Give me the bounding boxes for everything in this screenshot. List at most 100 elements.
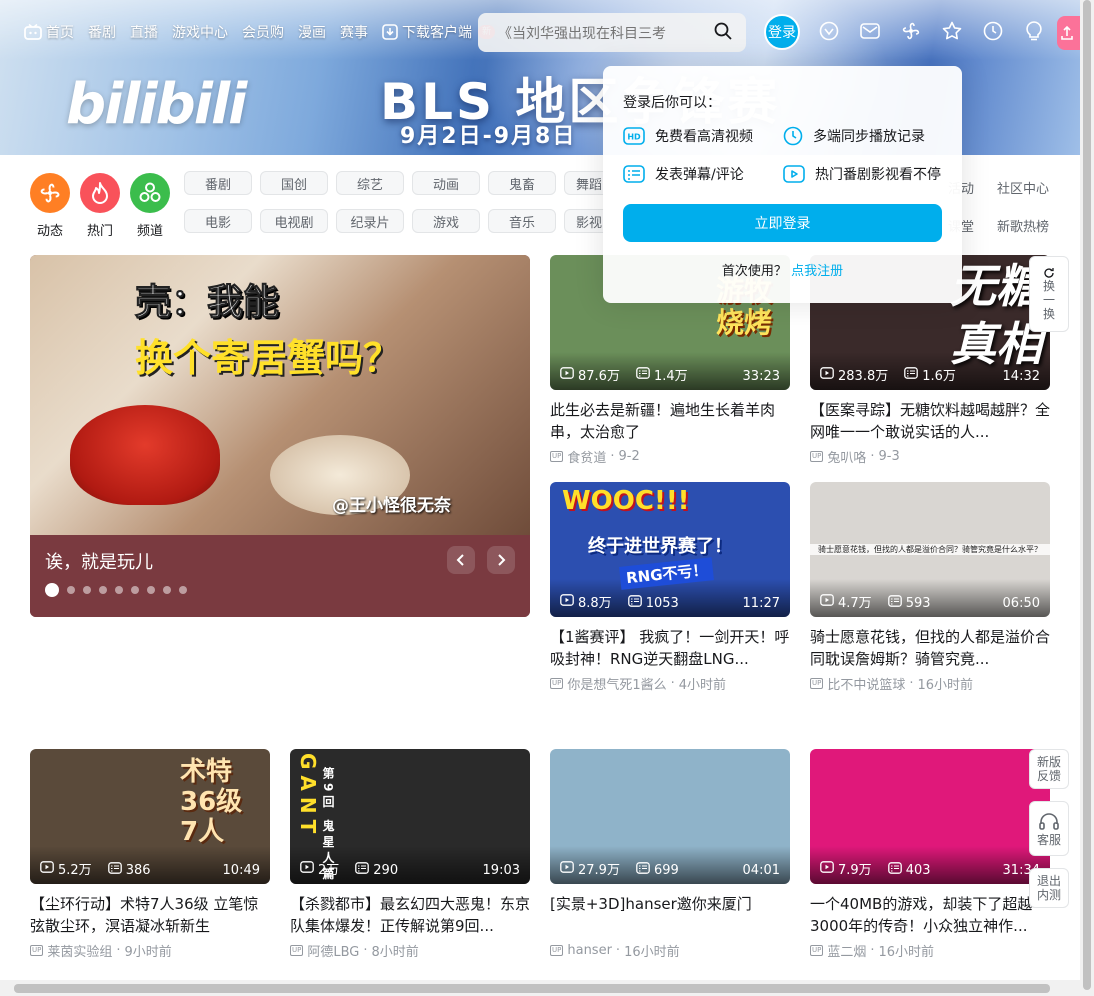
login-now-button[interactable]: 立即登录 [623, 204, 942, 242]
nav-mall[interactable]: 会员购 [242, 22, 284, 42]
video-card[interactable]: 27.9万 699 04:01 [实景+3D]hanser邀你来厦门 UP hanser ·… [550, 749, 790, 960]
carousel-dot[interactable] [179, 586, 187, 594]
channel-pill[interactable]: 鬼畜 [488, 171, 556, 195]
video-author[interactable]: 兔叭咯 [827, 447, 866, 466]
video-thumbnail[interactable]: 8.8万 1053 11:27 WOOC!!! 终于进世界赛了！ RNG不亏！ [550, 482, 790, 617]
carousel-dot[interactable] [99, 586, 107, 594]
video-author[interactable]: 比不中说篮球 [827, 674, 905, 693]
favorite-icon[interactable] [941, 20, 963, 42]
danmaku-count-icon [107, 862, 122, 878]
video-title[interactable]: [实景+3D]hanser邀你来厦门 [550, 893, 790, 937]
carousel-dot[interactable] [131, 586, 139, 594]
horizontal-scrollbar-thumb[interactable] [14, 984, 1050, 993]
view-count-value: 4.7万 [838, 596, 872, 611]
video-meta: UP 兔叭咯 · 9-3 [810, 447, 1050, 466]
video-duration: 33:23 [742, 369, 780, 384]
bilibili-logo[interactable]: bilibili [66, 72, 247, 137]
video-author[interactable]: hanser [567, 943, 612, 958]
video-card[interactable]: 4.7万 593 06:50 骑士愿意花钱，但找的人都是溢价合同？骑管究竟是什么水平？… [810, 482, 1050, 693]
register-link[interactable]: 点我注册 [791, 264, 843, 279]
video-author[interactable]: 蓝二烟 [827, 941, 866, 960]
video-card[interactable]: 2万 290 19:03 GANT 第9回 鬼星人篇【杀戮都市】最玄幻四大恶鬼！东京队集… [290, 749, 530, 960]
channel-pill[interactable]: 舞蹈 [564, 171, 604, 195]
view-count: 283.8万 [820, 365, 888, 384]
carousel-prev-button[interactable] [447, 546, 475, 574]
video-card[interactable]: 7.9万 403 31:34 一个40MB的游戏，却装下了超越3000年的传奇！小众独… [810, 749, 1050, 960]
video-title[interactable]: 【1酱赛评】 我疯了！一剑开天！呼吸封神！RNG逆天翻盘LNG... [550, 626, 790, 670]
channel-dynamic[interactable]: 动态 [28, 173, 72, 239]
nav-live[interactable]: 直播 [130, 22, 158, 42]
channel-pill[interactable]: 影视 [564, 209, 604, 233]
carousel-title[interactable]: 诶，就是玩儿 [45, 548, 153, 574]
play-count-icon [820, 593, 834, 610]
channel-pill[interactable]: 游戏 [412, 209, 480, 233]
channel-pill[interactable]: 动画 [412, 171, 480, 195]
meta-separator: · [870, 943, 875, 958]
exit-beta-button[interactable]: 退出 内测 [1029, 868, 1069, 908]
refresh-button[interactable]: 换 一 换 [1029, 256, 1069, 332]
top-nav: 首页 番剧 直播 游戏中心 会员购 漫画 赛事 下载客户端 新 [24, 22, 496, 42]
nav-bangumi[interactable]: 番剧 [88, 22, 116, 42]
video-thumbnail[interactable]: 7.9万 403 31:34 [810, 749, 1050, 884]
side-link-new-songs[interactable]: 新歌热榜 [997, 216, 1049, 235]
meta-separator: · [909, 676, 914, 691]
channel-pill[interactable]: 综艺 [336, 171, 404, 195]
video-title[interactable]: 【杀戮都市】最玄幻四大恶鬼！东京队集体爆发！正传解说第9回... [290, 893, 530, 937]
up-icon: UP [810, 678, 824, 689]
search-input[interactable] [498, 24, 688, 41]
carousel-next-button[interactable] [487, 546, 515, 574]
carousel-dot[interactable] [163, 586, 171, 594]
nav-download[interactable]: 下载客户端 [382, 22, 472, 42]
vertical-scrollbar-thumb[interactable] [1083, 0, 1091, 990]
channel-hot[interactable]: 热门 [78, 173, 122, 239]
carousel-dot[interactable] [45, 583, 59, 597]
channel-pill[interactable]: 番剧 [184, 171, 252, 195]
video-stats: 7.9万 403 31:34 [810, 846, 1050, 884]
hero-carousel[interactable]: 壳：我能 换个寄居蟹吗？ @王小怪很无奈 诶，就是玩儿 [30, 255, 530, 617]
search-icon[interactable] [714, 22, 732, 44]
video-title[interactable]: 【医案寻踪】无糖饮料越喝越胖？全网唯一一个敢说实话的人... [810, 399, 1050, 443]
channel-pill[interactable]: 音乐 [488, 209, 556, 233]
video-author[interactable]: 莱茵实验组 [47, 941, 112, 960]
feedback-button[interactable]: 新版 反馈 [1029, 749, 1069, 789]
message-icon[interactable] [859, 20, 881, 42]
channel-pill[interactable]: 电视剧 [260, 209, 328, 233]
creative-center-icon[interactable] [1023, 20, 1045, 42]
video-title[interactable]: 此生必去是新疆！遍地生长着羊肉串，太治愈了 [550, 399, 790, 443]
perk-hd-label: 免费看高清视频 [655, 129, 753, 145]
video-thumbnail[interactable]: 5.2万 386 10:49 术特 36级 7人 [30, 749, 270, 884]
video-author[interactable]: 食贫道 [567, 447, 606, 466]
side-link-community[interactable]: 社区中心 [997, 178, 1049, 197]
carousel-dot[interactable] [83, 586, 91, 594]
history-icon[interactable] [982, 20, 1004, 42]
nav-manga[interactable]: 漫画 [298, 22, 326, 42]
video-author[interactable]: 你是想气死1酱么 [567, 674, 666, 693]
channel-pill[interactable]: 纪录片 [336, 209, 404, 233]
vip-icon[interactable] [818, 20, 840, 42]
carousel-dot[interactable] [115, 586, 123, 594]
carousel-dot[interactable] [67, 586, 75, 594]
nav-game-center[interactable]: 游戏中心 [172, 22, 228, 42]
video-card[interactable]: 8.8万 1053 11:27 WOOC!!! 终于进世界赛了！ RNG不亏！ 【1酱赛评】… [550, 482, 790, 693]
video-title[interactable]: 一个40MB的游戏，却装下了超越3000年的传奇！小众独立神作... [810, 893, 1050, 937]
carousel-dot[interactable] [147, 586, 155, 594]
danmaku-count: 593 [887, 595, 931, 611]
thumbnail-text: 术特 36级 7人 [180, 757, 243, 847]
video-thumbnail[interactable]: 4.7万 593 06:50 骑士愿意花钱，但找的人都是溢价合同？骑管究竟是什么水平？ [810, 482, 1050, 617]
login-avatar-button[interactable]: 登录 [764, 14, 800, 50]
channel-pill[interactable]: 国创 [260, 171, 328, 195]
danmaku-count-icon [636, 862, 650, 878]
dynamic-icon[interactable] [900, 20, 922, 42]
video-title[interactable]: 骑士愿意花钱，但找的人都是溢价合同耽误詹姆斯？骑管究竟... [810, 626, 1050, 670]
video-title[interactable]: 【尘环行动】术特7人36级 立笔惊弦散尘环，溟语凝冰斩新生 [30, 893, 270, 937]
service-button[interactable]: 客服 [1029, 801, 1069, 856]
video-thumbnail[interactable]: 27.9万 699 04:01 [550, 749, 790, 884]
video-stats: 87.6万 1.4万 33:23 [550, 352, 790, 390]
nav-match[interactable]: 赛事 [340, 22, 368, 42]
video-author[interactable]: 阿德LBG [307, 941, 359, 960]
channel-pill[interactable]: 电影 [184, 209, 252, 233]
nav-home[interactable]: 首页 [24, 22, 74, 42]
video-card[interactable]: 5.2万 386 10:49 术特 36级 7人【尘环行动】术特7人36级 立笔惊弦散… [30, 749, 270, 960]
video-thumbnail[interactable]: 2万 290 19:03 GANT 第9回 鬼星人篇 [290, 749, 530, 884]
channel-channels[interactable]: 频道 [128, 173, 172, 239]
